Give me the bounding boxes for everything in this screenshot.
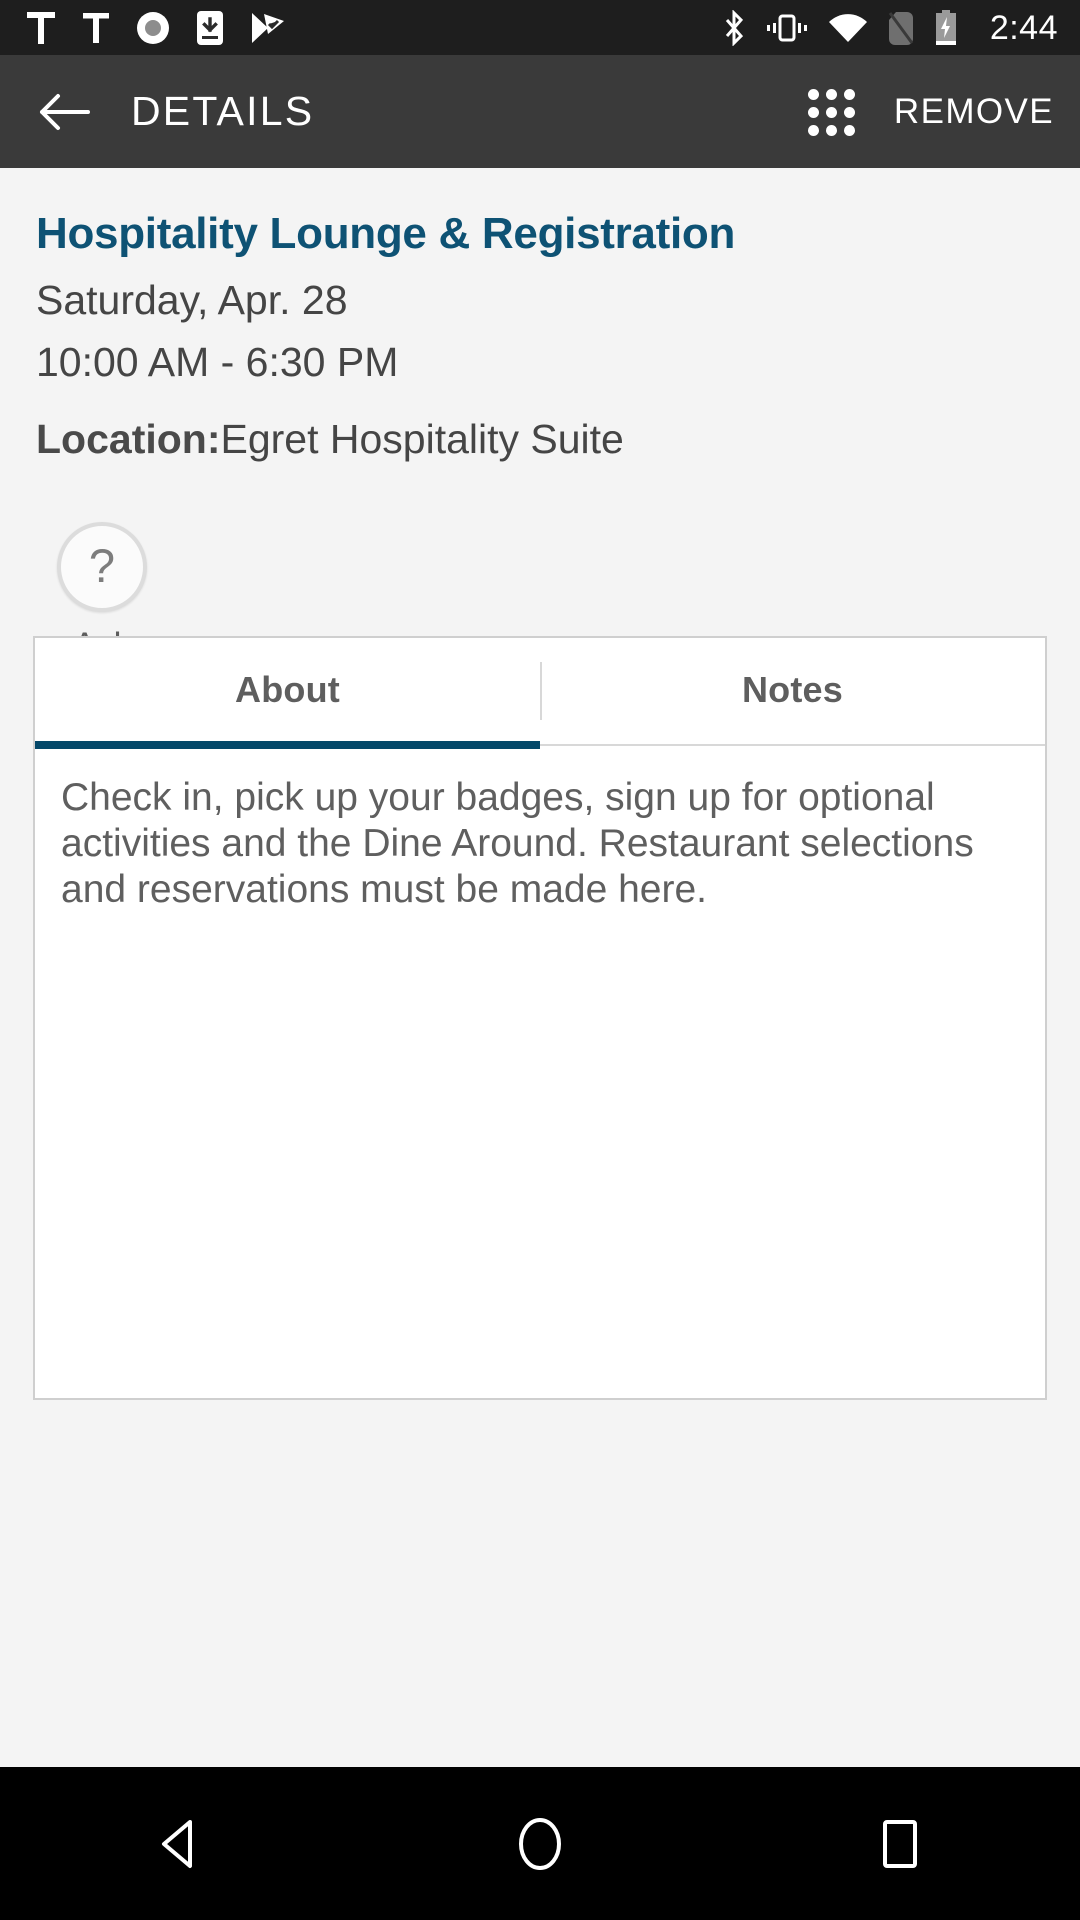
status-bar: 2:44 — [0, 0, 1080, 55]
grid-dot — [807, 88, 819, 100]
tab-indicator-active — [35, 741, 540, 749]
grid-dot — [825, 88, 837, 100]
phone-screen: 2:44 DETAILS REMOVE Hospitality Lounge &… — [0, 0, 1080, 1920]
recents-square-icon — [883, 1819, 917, 1868]
content-area: Hospitality Lounge & Registration Saturd… — [0, 168, 1080, 1767]
app-bar: DETAILS REMOVE — [0, 55, 1080, 168]
status-bar-left-icons — [26, 10, 286, 46]
tab-indicator-inactive — [540, 744, 1045, 746]
nav-back-button[interactable] — [105, 1767, 255, 1920]
ask-glyph: ? — [88, 539, 116, 593]
wifi-icon — [828, 13, 867, 42]
status-bar-clock: 2:44 — [989, 8, 1058, 47]
arrow-left-icon — [40, 93, 90, 130]
grid-dot — [825, 106, 837, 118]
system-navigation-bar — [0, 1767, 1080, 1920]
event-location: Location:Egret Hospitality Suite — [36, 415, 1080, 464]
remove-button[interactable]: REMOVE — [894, 92, 1054, 132]
grid-dot — [843, 124, 855, 136]
home-circle-icon — [519, 1817, 561, 1870]
apps-grid-icon[interactable] — [807, 88, 855, 136]
record-circle-icon — [137, 11, 169, 44]
location-label: Location: — [36, 415, 221, 462]
bluetooth-icon — [725, 9, 743, 46]
battery-charging-icon — [935, 9, 956, 45]
vibrate-icon — [766, 14, 807, 41]
nav-recents-button[interactable] — [825, 1767, 975, 1920]
tab-notes[interactable]: Notes — [540, 638, 1045, 741]
nav-home-button[interactable] — [465, 1767, 615, 1920]
event-title: Hospitality Lounge & Registration — [36, 209, 736, 258]
location-value: Egret Hospitality Suite — [220, 415, 624, 462]
event-time: 10:00 AM - 6:30 PM — [36, 338, 399, 385]
back-triangle-icon — [162, 1819, 192, 1868]
app-download-icon — [197, 10, 223, 45]
no-sim-icon — [888, 11, 914, 45]
text-t-icon — [27, 11, 55, 44]
grid-dot — [825, 124, 837, 136]
tab-bar: About Notes — [35, 638, 1045, 741]
page-title: DETAILS — [131, 88, 315, 134]
grid-dot — [843, 106, 855, 118]
tab-divider — [540, 662, 542, 720]
grid-dot — [843, 88, 855, 100]
text-t-icon — [83, 12, 109, 43]
about-panel: Check in, pick up your badges, sign up f… — [35, 749, 1045, 913]
back-button[interactable] — [33, 81, 95, 143]
about-body-text: Check in, pick up your badges, sign up f… — [61, 776, 974, 912]
tab-indicator-row — [35, 741, 1045, 749]
app-bar-actions: REMOVE — [807, 88, 1080, 136]
event-date: Saturday, Apr. 28 — [36, 277, 348, 324]
play-protect-icon — [252, 12, 284, 43]
grid-dot — [807, 124, 819, 136]
status-bar-right-icons: 2:44 — [722, 8, 1058, 47]
details-card: About Notes Check in, pick up your badge… — [33, 636, 1047, 1400]
tab-about[interactable]: About — [35, 638, 540, 741]
question-mark-icon[interactable]: ? — [57, 521, 147, 612]
grid-dot — [807, 106, 819, 118]
